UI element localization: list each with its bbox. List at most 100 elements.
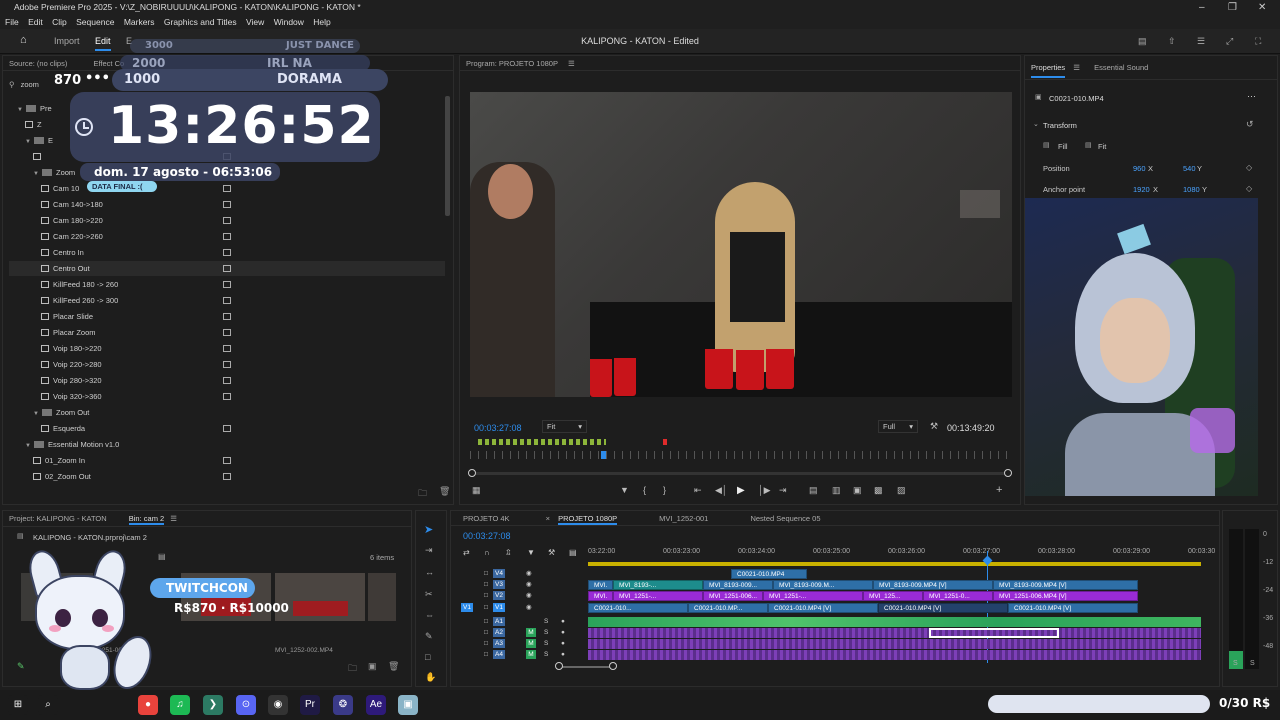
timeline-clip[interactable]: MVI_8193-009... [703, 580, 773, 590]
tree-item[interactable]: Cam 140->180 [41, 197, 103, 212]
project-title[interactable]: Project: KALIPONG - KATON [9, 514, 107, 523]
timeline-clip[interactable]: C0021-010.MP4 [V] [768, 603, 878, 613]
video-track-header[interactable]: □ V1 ◉ V1 [461, 603, 586, 613]
eye-icon[interactable]: ◉ [526, 591, 532, 601]
track-select-icon[interactable]: ⇥ [425, 545, 433, 556]
mic-icon[interactable]: ● [561, 650, 565, 660]
windows-icon[interactable]: ⊞ [8, 695, 28, 715]
timeline-clip[interactable]: MVI_8193-009.MP4 [V] [873, 580, 993, 590]
timeline-zoom-bar[interactable] [559, 666, 615, 668]
lock-icon[interactable]: □ [484, 580, 488, 590]
eye-icon[interactable]: ◉ [526, 603, 532, 613]
tree-item[interactable]: Placar Slide [41, 309, 93, 324]
audio-track-header[interactable]: □ A1 S ● [461, 617, 586, 627]
mic-icon[interactable]: ● [561, 617, 565, 627]
playhead[interactable] [601, 451, 606, 459]
menu-markers[interactable]: Markers [124, 17, 155, 27]
cc-icon[interactable]: ❂ [333, 695, 353, 715]
audio-clip[interactable] [588, 639, 1201, 649]
hamburger-icon[interactable]: ☰ [170, 514, 177, 523]
solo-button[interactable]: S [544, 639, 548, 649]
tree-item[interactable]: Esquerda [41, 421, 85, 436]
timeline-clip[interactable]: MVI_125... [863, 591, 923, 601]
search-icon[interactable]: ⌕ [38, 695, 58, 715]
lift-icon[interactable]: ▤ [809, 485, 818, 496]
timeline-clip[interactable]: MVI_1251-006.MP4 [V] [993, 591, 1138, 601]
mic-icon[interactable]: ● [561, 639, 565, 649]
zoom-dropdown[interactable]: Fit ▾ [542, 420, 587, 433]
scrollbar[interactable] [445, 96, 450, 216]
ae-icon[interactable]: Ae [366, 695, 386, 715]
video-track-header[interactable]: □ V4 ◉ [461, 569, 586, 579]
close-button[interactable]: ✕ [1258, 0, 1266, 15]
source-patch[interactable]: V1 [461, 603, 473, 612]
video-track-header[interactable]: □ V3 ◉ [461, 580, 586, 590]
tree-item[interactable]: Voip 220->280 [41, 357, 102, 372]
tree-item[interactable]: KillFeed 180 -> 260 [41, 277, 118, 292]
position-x-value[interactable]: 960 [1133, 164, 1146, 173]
link-icon[interactable]: ∩ [484, 548, 490, 557]
marker-icon[interactable]: ▼ [527, 548, 535, 557]
lock-icon[interactable]: □ [484, 639, 488, 649]
tab-properties[interactable]: Properties [1031, 63, 1066, 78]
track-label[interactable]: A1 [493, 617, 505, 626]
play-icon[interactable]: ▶ [737, 485, 745, 496]
eye-icon[interactable]: ◉ [526, 580, 532, 590]
fit-button[interactable]: Fit [1098, 142, 1106, 151]
menu-icon[interactable]: ☰ [1197, 36, 1205, 47]
timeline-clip[interactable]: MVI_1251-... [763, 591, 863, 601]
fullscreen-icon[interactable]: ⤢ [1226, 36, 1233, 47]
razor-tool-icon[interactable]: ✂ [425, 589, 433, 600]
anchor-x-value[interactable]: 1920 [1133, 185, 1150, 194]
folder-icon[interactable]: 🗀 [348, 661, 357, 677]
track-label[interactable]: V1 [493, 603, 505, 612]
step-back-icon[interactable]: ◀│ [715, 485, 728, 496]
chevron-down-icon[interactable]: ▼ [33, 407, 39, 422]
audio-track-header[interactable]: □ A3 M S ● [461, 639, 586, 649]
tree-item[interactable]: Voip 320->360 [41, 389, 102, 404]
menu-window[interactable]: Window [274, 17, 304, 27]
selected-clip[interactable] [929, 628, 1059, 638]
pen-tool-icon[interactable]: ✎ [425, 631, 433, 642]
tree-item[interactable]: Cam 220->260 [41, 229, 103, 244]
menu-edit[interactable]: Edit [28, 17, 43, 27]
tab-mvi-1252[interactable]: MVI_1252-001 [659, 514, 708, 523]
ripple-tool-icon[interactable]: ↔ [425, 567, 434, 577]
track-label[interactable]: V2 [493, 591, 505, 600]
wrench-icon[interactable]: ⚒ [548, 548, 555, 557]
time-ruler[interactable]: 03:22:00 00:03:23:00 00:03:24:00 00:03:25:0… [588, 548, 1215, 560]
close-icon[interactable]: × [546, 514, 550, 523]
tab-sequence-1080p[interactable]: PROJETO 1080P [558, 514, 618, 525]
hamburger-icon[interactable]: ☰ [568, 59, 575, 68]
scroll-handle-left[interactable] [468, 469, 476, 477]
step-forward-icon[interactable]: │▶ [758, 485, 771, 496]
audio-track-header[interactable]: □ A2 M S ● [461, 628, 586, 638]
tree-folder[interactable]: ▼ Essential Motion v1.0 [25, 437, 119, 452]
solo-right[interactable]: S [1250, 660, 1255, 667]
quality-dropdown[interactable]: Full ▾ [878, 420, 918, 433]
hamburger-icon[interactable]: ☰ [1073, 63, 1080, 72]
spotify-icon[interactable]: ♫ [170, 695, 190, 715]
tree-item[interactable]: Placar Zoom [41, 325, 96, 340]
extract-icon[interactable]: ▥ [832, 485, 841, 496]
keyframe-icon[interactable]: ◇ [1246, 163, 1252, 172]
app-icon[interactable]: ▣ [398, 695, 418, 715]
selection-tool-icon[interactable]: ➤ [424, 523, 433, 536]
track-label[interactable]: V4 [493, 569, 505, 578]
vr-icon[interactable]: ▨ [897, 485, 906, 496]
terminal-icon[interactable]: ❯ [203, 695, 223, 715]
track-label[interactable]: A3 [493, 639, 505, 648]
fit-icon[interactable]: ▤ [1085, 141, 1092, 149]
timeline-clip[interactable]: C0021-010.MP... [688, 603, 768, 613]
trash-icon[interactable]: 🗑 [439, 486, 450, 497]
discord-icon[interactable]: ⊙ [236, 695, 256, 715]
anchor-y-value[interactable]: 1080 [1183, 185, 1200, 194]
tree-item[interactable]: 02_Zoom Out [33, 469, 91, 484]
timeline-clip[interactable]: C0021-010.MP4 [V] [878, 603, 1008, 613]
tree-item[interactable]: 01_Zoom In [33, 453, 85, 468]
menu-help[interactable]: Help [313, 17, 330, 27]
tree-item[interactable]: Voip 180->220 [41, 341, 102, 356]
lock-icon[interactable]: □ [484, 628, 488, 638]
lock-icon[interactable]: □ [484, 591, 488, 601]
menu-clip[interactable]: Clip [52, 17, 67, 27]
